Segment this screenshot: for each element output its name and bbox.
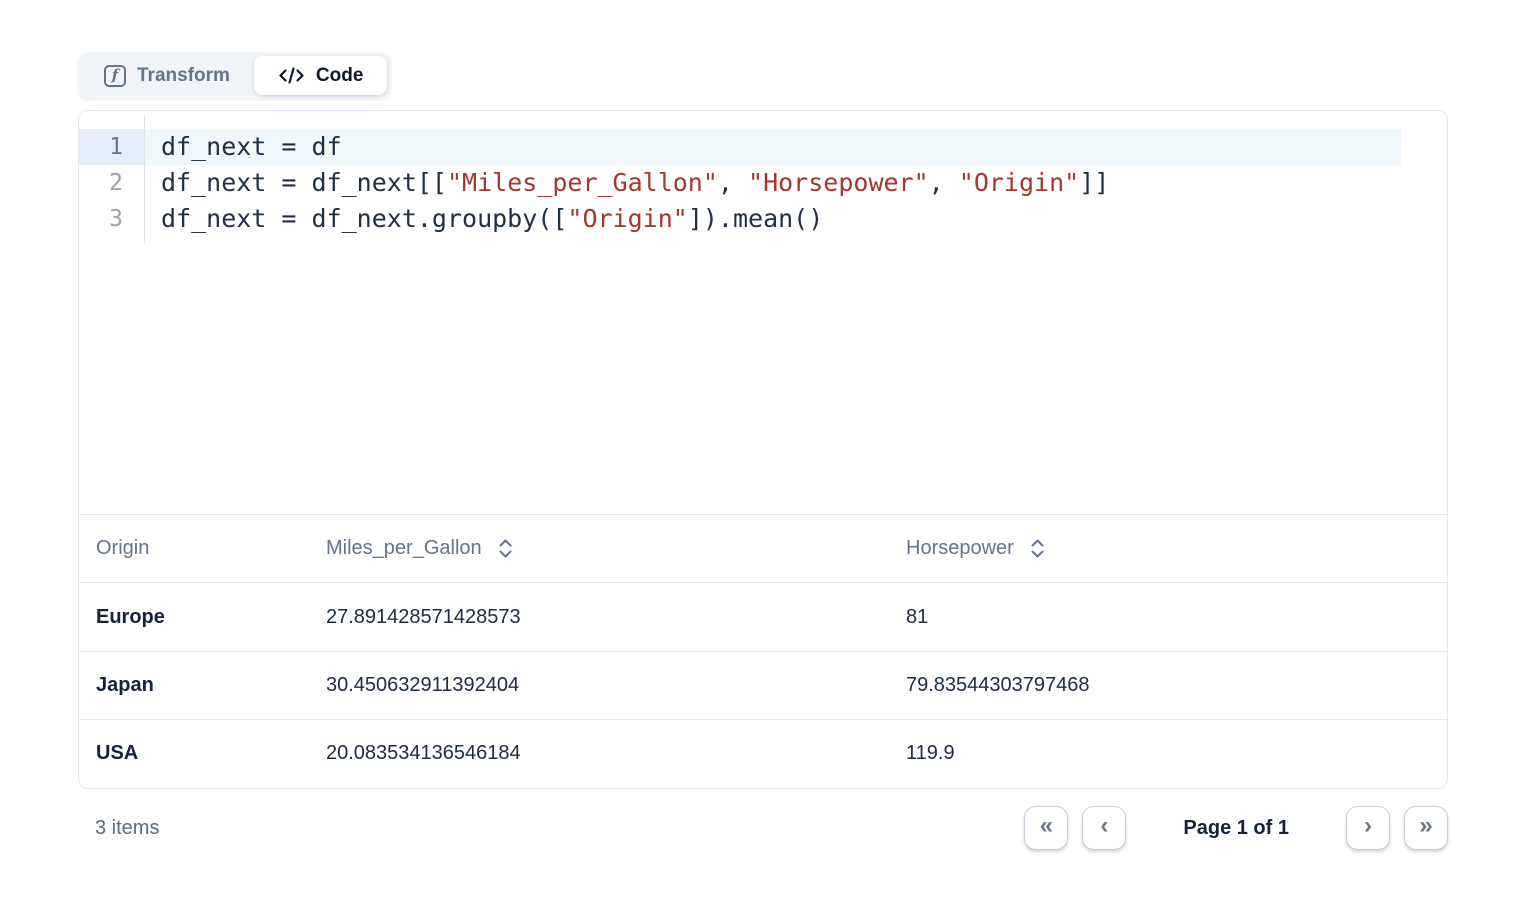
pagination: « ‹ Page 1 of 1 › » — [1024, 806, 1448, 850]
tab-transform[interactable]: f Transform — [82, 56, 252, 95]
gutter-divider — [144, 115, 145, 243]
cell-miles-per-gallon: 27.891428571428573 — [326, 606, 906, 629]
cell-horsepower: 79.83544303797468 — [906, 674, 1430, 697]
code-line[interactable]: 3df_next = df_next.groupby(["Origin"]).m… — [79, 201, 1447, 237]
table-row: Japan30.45063291139240479.83544303797468 — [79, 651, 1447, 719]
row-origin: Japan — [96, 674, 326, 697]
tab-code-label: Code — [316, 65, 364, 87]
sort-button[interactable] — [498, 538, 513, 559]
items-count: 3 items — [95, 817, 159, 840]
chevrons-right-icon: » — [1419, 814, 1432, 838]
row-origin: USA — [96, 742, 326, 765]
line-number: 1 — [79, 129, 145, 165]
tab-transform-label: Transform — [137, 65, 230, 87]
column-header-label: Origin — [96, 537, 149, 560]
sort-icon — [1030, 538, 1045, 559]
column-header-miles-per-gallon[interactable]: Miles_per_Gallon — [326, 537, 906, 560]
main-panel: 1df_next = df2df_next = df_next[["Miles_… — [78, 110, 1448, 789]
cell-miles-per-gallon: 20.083534136546184 — [326, 742, 906, 765]
code-line[interactable]: 1df_next = df — [79, 129, 1447, 165]
line-number: 2 — [79, 165, 145, 201]
chevron-left-icon: ‹ — [1100, 814, 1108, 838]
table-body: Europe27.89142857142857381Japan30.450632… — [79, 583, 1447, 787]
cell-miles-per-gallon: 30.450632911392404 — [326, 674, 906, 697]
code-icon — [278, 67, 305, 84]
chevrons-left-icon: « — [1040, 814, 1053, 838]
view-toggle: f Transform Code — [78, 52, 391, 99]
cell-horsepower: 81 — [906, 606, 1430, 629]
sort-button[interactable] — [1030, 538, 1045, 559]
table-row: USA20.083534136546184119.9 — [79, 719, 1447, 787]
code-line-text: df_next = df — [145, 129, 1401, 165]
row-origin: Europe — [96, 606, 326, 629]
table-row: Europe27.89142857142857381 — [79, 583, 1447, 651]
sort-icon — [498, 538, 513, 559]
column-header-label: Miles_per_Gallon — [326, 537, 482, 560]
column-header-origin[interactable]: Origin — [96, 537, 326, 560]
first-page-button[interactable]: « — [1024, 806, 1068, 850]
column-header-horsepower[interactable]: Horsepower — [906, 537, 1430, 560]
result-table: Origin Miles_per_Gallon Horsepower — [79, 515, 1447, 787]
chevron-right-icon: › — [1364, 814, 1372, 838]
code-line[interactable]: 2df_next = df_next[["Miles_per_Gallon", … — [79, 165, 1447, 201]
function-icon: f — [104, 65, 126, 87]
table-header-row: Origin Miles_per_Gallon Horsepower — [79, 515, 1447, 583]
table-footer: 3 items « ‹ Page 1 of 1 › » — [78, 798, 1448, 858]
code-line-text: df_next = df_next[["Miles_per_Gallon", "… — [145, 165, 1401, 201]
page-indicator: Page 1 of 1 — [1183, 817, 1289, 840]
cell-horsepower: 119.9 — [906, 742, 1430, 765]
column-header-label: Horsepower — [906, 537, 1014, 560]
line-number: 3 — [79, 201, 145, 237]
code-editor[interactable]: 1df_next = df2df_next = df_next[["Miles_… — [79, 111, 1447, 515]
code-lines: 1df_next = df2df_next = df_next[["Miles_… — [79, 129, 1447, 237]
next-page-button[interactable]: › — [1346, 806, 1390, 850]
tab-code[interactable]: Code — [254, 56, 388, 95]
last-page-button[interactable]: » — [1404, 806, 1448, 850]
previous-page-button[interactable]: ‹ — [1082, 806, 1126, 850]
code-line-text: df_next = df_next.groupby(["Origin"]).me… — [145, 201, 1401, 237]
